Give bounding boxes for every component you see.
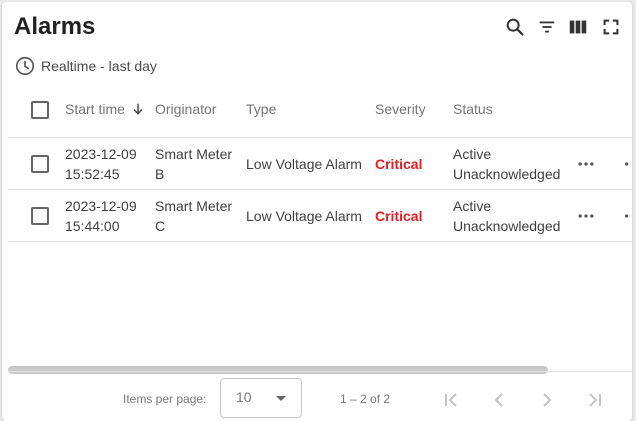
- cell-type: Low Voltage Alarm: [246, 156, 362, 172]
- column-header-type[interactable]: Type: [246, 99, 276, 119]
- search-icon[interactable]: [504, 16, 528, 40]
- items-per-page-label: Items per page:: [123, 392, 207, 406]
- widget-title: Alarms: [14, 13, 96, 40]
- next-page-icon[interactable]: [535, 388, 559, 412]
- row-checkbox[interactable]: [31, 155, 49, 173]
- columns-icon[interactable]: [567, 16, 591, 40]
- items-per-page-select[interactable]: 10: [220, 378, 302, 418]
- clock-icon: [15, 56, 35, 76]
- cell-originator: Smart Meter C: [155, 198, 233, 234]
- more-actions-icon[interactable]: [576, 154, 596, 174]
- column-header-severity[interactable]: Severity: [375, 99, 426, 119]
- column-header-originator[interactable]: Originator: [155, 99, 216, 119]
- more-actions-icon[interactable]: [620, 154, 630, 174]
- column-header-label: Start time: [65, 101, 125, 117]
- time-window-selector[interactable]: Realtime - last day: [14, 55, 157, 77]
- time-window-label: Realtime - last day: [41, 58, 157, 74]
- page-range-label: 1 – 2 of 2: [340, 392, 391, 406]
- footer-divider: [8, 371, 632, 372]
- row-divider: [8, 241, 632, 242]
- prev-page-icon[interactable]: [487, 388, 511, 412]
- filter-icon[interactable]: [536, 16, 560, 40]
- cell-start-time: 2023-12-09 15:44:00: [65, 198, 137, 234]
- horizontal-scrollbar[interactable]: [8, 366, 632, 374]
- first-page-icon[interactable]: [439, 388, 463, 412]
- items-per-page-value: 10: [236, 389, 252, 405]
- column-header-status[interactable]: Status: [453, 99, 493, 119]
- alarms-widget: Alarms Realtime - last day Start time Or…: [2, 2, 632, 421]
- cell-type: Low Voltage Alarm: [246, 208, 362, 224]
- last-page-icon[interactable]: [583, 388, 607, 412]
- cell-status: Active Unacknowledged: [453, 146, 561, 182]
- row-checkbox[interactable]: [31, 207, 49, 225]
- row-divider: [8, 189, 632, 190]
- select-all-checkbox[interactable]: [31, 101, 49, 119]
- cell-originator: Smart Meter B: [155, 146, 233, 182]
- cell-severity: Critical: [375, 156, 423, 172]
- cell-status: Active Unacknowledged: [453, 198, 561, 234]
- cell-severity: Critical: [375, 208, 423, 224]
- column-header-start-time[interactable]: Start time: [65, 99, 146, 119]
- header-divider: [8, 137, 632, 138]
- scrollbar-thumb[interactable]: [8, 366, 548, 374]
- more-actions-icon[interactable]: [620, 206, 630, 226]
- chevron-down-icon: [276, 396, 286, 401]
- cell-start-time: 2023-12-09 15:52:45: [65, 146, 137, 182]
- arrow-down-icon: [133, 103, 143, 115]
- fullscreen-icon[interactable]: [600, 16, 624, 40]
- more-actions-icon[interactable]: [576, 206, 596, 226]
